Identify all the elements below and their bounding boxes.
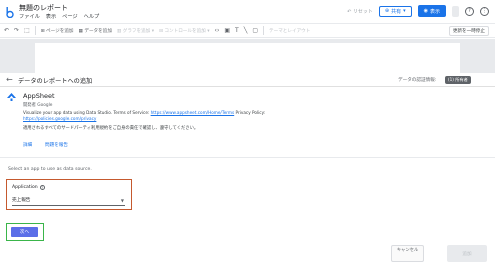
line-icon[interactable]: ╲ — [244, 27, 248, 34]
pause-updates-button[interactable]: 更新を一時停止 — [448, 25, 489, 36]
add-control-button[interactable]: ⊟ コントロールを追加 ▾ — [159, 28, 209, 34]
application-select[interactable]: 売上報告 ▼ — [12, 197, 125, 206]
chevron-down-icon: ▾ — [403, 8, 406, 14]
panel-header: ← データのレポートへの追加 データの認証情報: (1) 所有者 — [0, 73, 495, 87]
back-arrow-icon[interactable]: ← — [6, 75, 13, 84]
application-label: Application ? — [12, 185, 45, 190]
theme-layout-button[interactable]: テーマとレイアウト — [269, 28, 310, 34]
share-button[interactable]: ⊕ 共有 ▾ — [378, 5, 412, 17]
app-header: 無題のレポート ファイル 表示 ページ ヘルプ ↶ リセット ⊕ 共有 ▾ ◉ … — [0, 0, 495, 22]
reset-button[interactable]: ↶ リセット — [347, 8, 373, 15]
add-data-label: データを追加 — [84, 28, 112, 34]
terms-link[interactable]: https://www.appsheet.com/Home/Terms — [151, 110, 235, 115]
credentials-label: データの認証情報: — [398, 78, 437, 83]
add-control-label: コントロールを追加 — [164, 28, 206, 34]
eye-icon: ◉ — [423, 8, 428, 14]
menu-page[interactable]: ページ — [62, 13, 77, 20]
report-toolbar: ↶ ↷ ⬚ ⊞ ページを追加 ▦ データを追加 ▥ グラフを追加 ▾ ⊟ コント… — [0, 23, 495, 38]
info-icon[interactable]: ? — [39, 185, 45, 190]
report-issue-link[interactable]: 問題を報告 — [45, 142, 68, 148]
redo-icon[interactable]: ↷ — [14, 27, 19, 34]
undo-icon[interactable]: ↶ — [4, 27, 9, 34]
next-button[interactable]: 次へ — [11, 227, 38, 237]
select-icon[interactable]: ⬚ — [24, 27, 30, 34]
data-studio-logo-icon — [6, 7, 14, 18]
connector-description: Visualize your app data using Data Studi… — [23, 110, 273, 121]
appsheet-logo-icon — [7, 93, 16, 101]
report-title[interactable]: 無題のレポート — [19, 3, 68, 13]
credentials-badge[interactable]: (1) 所有者 — [445, 76, 471, 84]
section-divider — [0, 157, 495, 158]
share-label: 共有 — [391, 8, 402, 15]
select-app-prompt: Select an app to use as data source. — [8, 167, 92, 172]
menu-file[interactable]: ファイル — [19, 13, 40, 20]
reset-label: リセット — [352, 8, 373, 15]
add-button[interactable]: 追加 — [447, 245, 487, 262]
view-label: 表示 — [429, 8, 440, 15]
shape-icon[interactable]: ▢ — [252, 27, 258, 34]
more-options-button[interactable] — [452, 5, 459, 17]
toolbar-divider — [34, 26, 36, 35]
add-page-label: ページを追加 — [46, 28, 74, 34]
connector-name: AppSheet — [23, 92, 55, 100]
add-data-panel: ← データのレポートへの追加 データの認証情報: (1) 所有者 AppShee… — [0, 73, 495, 268]
report-page[interactable] — [35, 43, 460, 73]
menu-view[interactable]: 表示 — [46, 13, 56, 20]
image-icon[interactable]: ▣ — [224, 27, 230, 34]
details-link[interactable]: 詳細 — [23, 142, 32, 148]
add-page-button[interactable]: ⊞ ページを追加 — [41, 28, 74, 34]
view-button[interactable]: ◉ 表示 — [417, 5, 446, 17]
add-person-icon: ⊕ — [384, 8, 390, 14]
code-icon[interactable]: ‹› — [215, 27, 220, 34]
privacy-label: Privacy Policy: — [234, 110, 266, 115]
help-icon[interactable]: ? — [465, 6, 474, 16]
grid-apps-icon[interactable]: ⋮ — [480, 6, 489, 16]
panel-title: データのレポートへの追加 — [18, 78, 93, 85]
header-actions: ↶ リセット ⊕ 共有 ▾ ◉ 表示 ? ⋮ — [347, 5, 489, 17]
dropdown-caret-icon: ▼ — [120, 198, 124, 203]
application-label-text: Application — [12, 185, 38, 190]
cancel-button[interactable]: キャンセル — [391, 245, 424, 262]
menu-help[interactable]: ヘルプ — [84, 13, 100, 20]
add-chart-label: グラフを追加 — [122, 28, 151, 34]
menu-bar: ファイル 表示 ページ ヘルプ — [19, 13, 99, 20]
add-chart-button[interactable]: ▥ グラフを追加 ▾ — [117, 28, 154, 34]
text-icon[interactable]: T — [235, 27, 239, 34]
add-data-button[interactable]: ▦ データを追加 — [79, 28, 112, 34]
toolbar-divider — [263, 26, 264, 35]
next-button-highlight: 次へ — [6, 223, 44, 241]
connector-developer: 開発者 Google — [23, 103, 53, 108]
third-party-notice: 適用されるすべてのサードパーティ利用規約をご自身の責任で確認し、遵守してください… — [23, 126, 199, 131]
connector-desc-text: Visualize your app data using Data Studi… — [23, 110, 151, 115]
application-field-group: Application ? 売上報告 ▼ — [6, 179, 132, 210]
privacy-link[interactable]: https://policies.google.com/privacy — [23, 116, 96, 121]
application-selected-value: 売上報告 — [12, 198, 31, 203]
